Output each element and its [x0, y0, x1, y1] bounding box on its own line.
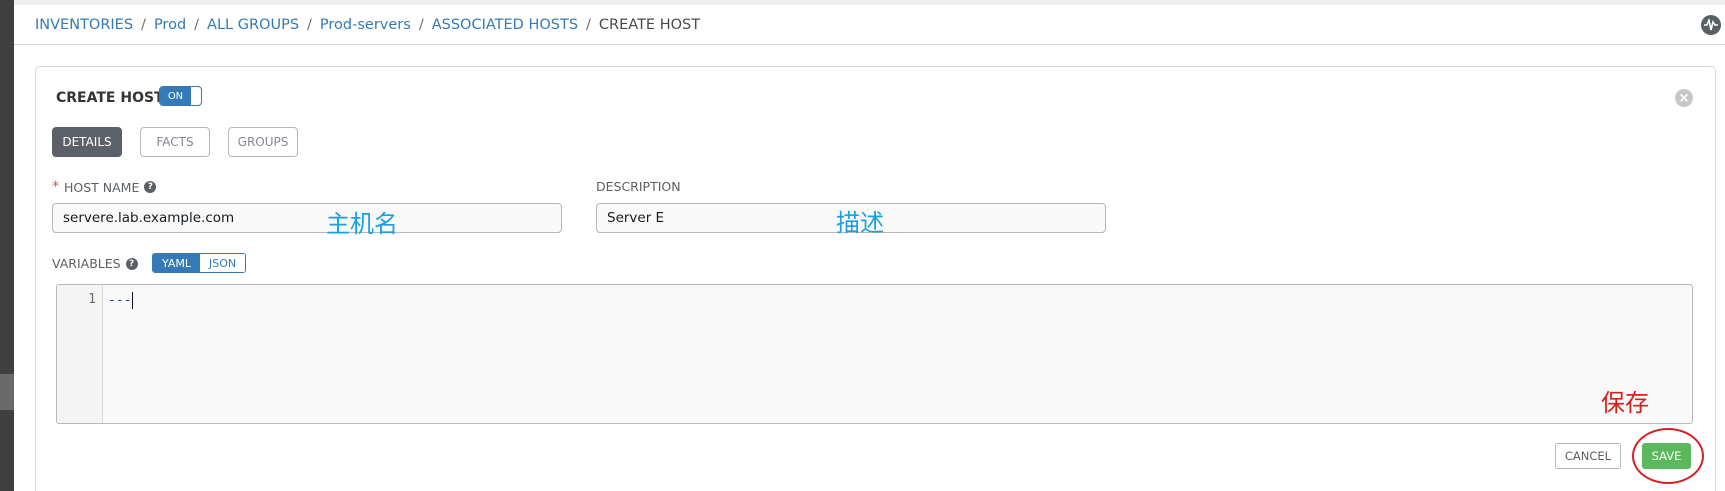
- variables-format-toggle: YAML JSON: [152, 253, 247, 273]
- left-nav-scroll-thumb[interactable]: [0, 374, 14, 410]
- close-icon[interactable]: ×: [1675, 89, 1693, 107]
- breadcrumb-separator: /: [586, 17, 591, 33]
- tab-groups[interactable]: GROUPS: [228, 127, 298, 157]
- breadcrumb-prod-servers[interactable]: Prod-servers: [320, 17, 411, 33]
- save-highlight-circle: [1632, 428, 1704, 484]
- editor-gutter: 1: [57, 285, 103, 423]
- cancel-button[interactable]: CANCEL: [1555, 443, 1621, 469]
- breadcrumb-separator: /: [194, 17, 200, 33]
- editor-line-text: ---: [108, 293, 132, 308]
- breadcrumb-current: CREATE HOST: [598, 17, 701, 33]
- activity-pulse-icon: [1704, 19, 1718, 31]
- description-label: DESCRIPTION: [596, 179, 681, 194]
- host-name-input[interactable]: [52, 203, 562, 233]
- format-yaml-button[interactable]: YAML: [153, 254, 201, 272]
- breadcrumb-all-groups[interactable]: ALL GROUPS: [207, 17, 299, 33]
- annotation-save: 保存: [1601, 389, 1649, 417]
- breadcrumb-separator: /: [418, 17, 424, 33]
- left-nav-rail: [0, 0, 14, 491]
- text-caret: [132, 292, 134, 309]
- editor-line[interactable]: ---: [108, 292, 134, 309]
- panel-title: CREATE HOST: [56, 90, 164, 106]
- breadcrumb-separator: /: [141, 17, 146, 33]
- create-host-panel: CREATE HOST ON × DETAILS FACTS GROUPS * …: [35, 66, 1716, 491]
- help-icon[interactable]: ?: [144, 181, 157, 193]
- tab-facts[interactable]: FACTS: [140, 127, 210, 157]
- host-name-label: * HOST NAME ?: [52, 179, 157, 195]
- required-marker: *: [52, 179, 59, 195]
- activity-stream-icon[interactable]: [1701, 15, 1721, 35]
- annotation-description: 描述: [836, 209, 884, 237]
- breadcrumb-inventories[interactable]: INVENTORIES: [35, 17, 133, 33]
- breadcrumb-associated-hosts[interactable]: ASSOCIATED HOSTS: [432, 17, 578, 33]
- variables-label-text: VARIABLES: [52, 256, 121, 271]
- breadcrumb: INVENTORIES / Prod / ALL GROUPS / Prod-s…: [35, 17, 700, 33]
- breadcrumb-bar: INVENTORIES / Prod / ALL GROUPS / Prod-s…: [14, 5, 1725, 45]
- breadcrumb-separator: /: [307, 17, 312, 33]
- enabled-toggle[interactable]: ON: [159, 86, 202, 106]
- line-number: 1: [88, 292, 96, 307]
- format-json-button[interactable]: JSON: [200, 254, 246, 272]
- variables-label: VARIABLES ?: [52, 256, 138, 271]
- annotation-host-name: 主机名: [326, 210, 398, 238]
- host-name-label-text: HOST NAME: [64, 179, 140, 195]
- tab-details[interactable]: DETAILS: [52, 127, 122, 157]
- variables-editor[interactable]: 1 ---: [56, 284, 1693, 424]
- help-icon[interactable]: ?: [125, 257, 138, 270]
- toggle-on-label: ON: [160, 87, 191, 105]
- breadcrumb-prod[interactable]: Prod: [154, 17, 186, 33]
